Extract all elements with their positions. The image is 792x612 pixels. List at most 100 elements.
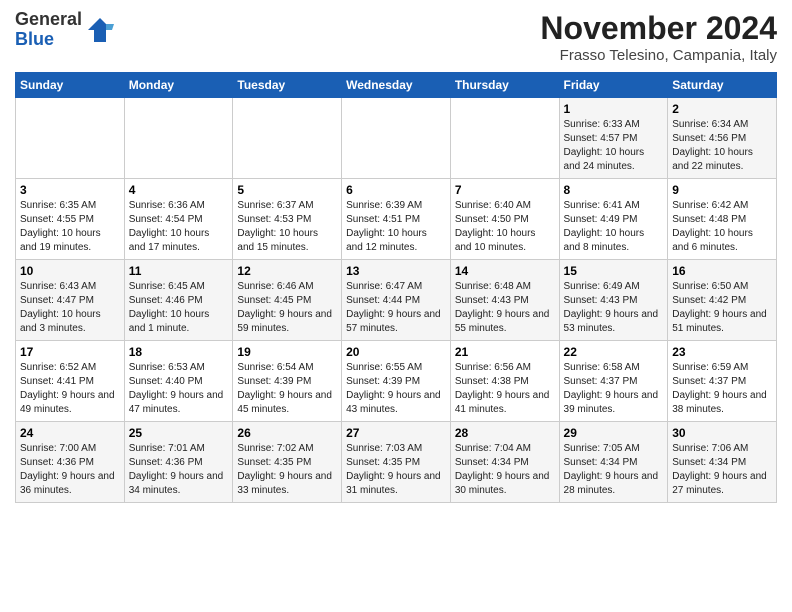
day-info: Sunrise: 6:49 AM Sunset: 4:43 PM Dayligh… (564, 280, 664, 336)
day-number: 1 (564, 102, 664, 116)
calendar-cell: 19 Sunrise: 6:54 AM Sunset: 4:39 PM Dayli… (233, 341, 342, 422)
day-info: Sunrise: 6:59 AM Sunset: 4:37 PM Dayligh… (672, 361, 772, 417)
calendar-cell: 3Sunrise: 6:35 AM Sunset: 4:55 PM Daylig… (16, 179, 125, 260)
calendar-cell: 1Sunrise: 6:33 AM Sunset: 4:57 PM Daylig… (559, 98, 668, 179)
calendar-cell (233, 98, 342, 179)
day-info: Sunrise: 6:55 AM Sunset: 4:39 PM Dayligh… (346, 361, 446, 417)
day-info: Sunrise: 6:48 AM Sunset: 4:43 PM Dayligh… (455, 280, 555, 336)
day-number: 30 (672, 426, 772, 440)
calendar-cell: 24Sunrise: 7:00 AM Sunset: 4:36 PM Dayli… (16, 422, 125, 503)
calendar-cell: 13Sunrise: 6:47 AM Sunset: 4:44 PM Dayli… (342, 260, 451, 341)
day-number: 12 (237, 264, 337, 278)
day-number: 13 (346, 264, 446, 278)
day-number: 22 (564, 345, 664, 359)
day-info: Sunrise: 6:46 AM Sunset: 4:45 PM Dayligh… (237, 280, 337, 336)
day-info: Sunrise: 6:56 AM Sunset: 4:38 PM Dayligh… (455, 361, 555, 417)
calendar-table: SundayMondayTuesdayWednesdayThursdayFrid… (15, 72, 777, 503)
day-number: 16 (672, 264, 772, 278)
calendar-cell: 25 Sunrise: 7:01 AM Sunset: 4:36 PM Dayli… (124, 422, 233, 503)
calendar-cell: 22 Sunrise: 6:58 AM Sunset: 4:37 PM Dayli… (559, 341, 668, 422)
calendar-cell: 12 Sunrise: 6:46 AM Sunset: 4:45 PM Dayli… (233, 260, 342, 341)
day-info: Sunrise: 6:36 AM Sunset: 4:54 PM Dayligh… (129, 199, 229, 255)
calendar-cell: 28Sunrise: 7:04 AM Sunset: 4:34 PM Dayli… (450, 422, 559, 503)
day-info: Sunrise: 6:58 AM Sunset: 4:37 PM Dayligh… (564, 361, 664, 417)
calendar-cell: 30 Sunrise: 7:06 AM Sunset: 4:34 PM Dayli… (668, 422, 777, 503)
calendar-cell (124, 98, 233, 179)
day-info: Sunrise: 6:41 AM Sunset: 4:49 PM Dayligh… (564, 199, 664, 255)
calendar-cell: 4 Sunrise: 6:36 AM Sunset: 4:54 PM Daylig… (124, 179, 233, 260)
day-number: 28 (455, 426, 555, 440)
calendar-cell: 11Sunrise: 6:45 AM Sunset: 4:46 PM Dayli… (124, 260, 233, 341)
day-number: 11 (129, 264, 229, 278)
calendar-cell: 20 Sunrise: 6:55 AM Sunset: 4:39 PM Dayli… (342, 341, 451, 422)
day-number: 15 (564, 264, 664, 278)
day-info: Sunrise: 6:50 AM Sunset: 4:42 PM Dayligh… (672, 280, 772, 336)
location-title: Frasso Telesino, Campania, Italy (540, 47, 777, 64)
day-number: 4 (129, 183, 229, 197)
day-number: 10 (20, 264, 120, 278)
calendar-cell: 26 Sunrise: 7:02 AM Sunset: 4:35 PM Dayli… (233, 422, 342, 503)
calendar-cell: 15 Sunrise: 6:49 AM Sunset: 4:43 PM Dayli… (559, 260, 668, 341)
calendar-cell: 8Sunrise: 6:41 AM Sunset: 4:49 PM Daylig… (559, 179, 668, 260)
calendar-week-1: 1Sunrise: 6:33 AM Sunset: 4:57 PM Daylig… (16, 98, 777, 179)
weekday-header-monday: Monday (124, 73, 233, 98)
calendar-week-3: 10Sunrise: 6:43 AM Sunset: 4:47 PM Dayli… (16, 260, 777, 341)
day-info: Sunrise: 6:35 AM Sunset: 4:55 PM Dayligh… (20, 199, 120, 255)
day-number: 9 (672, 183, 772, 197)
day-number: 19 (237, 345, 337, 359)
calendar-cell: 18 Sunrise: 6:53 AM Sunset: 4:40 PM Dayli… (124, 341, 233, 422)
day-info: Sunrise: 7:01 AM Sunset: 4:36 PM Dayligh… (129, 442, 229, 498)
logo-icon (84, 14, 116, 46)
calendar-cell: 23 Sunrise: 6:59 AM Sunset: 4:37 PM Dayli… (668, 341, 777, 422)
weekday-header-saturday: Saturday (668, 73, 777, 98)
weekday-header-sunday: Sunday (16, 73, 125, 98)
logo-general: General (15, 9, 82, 29)
day-number: 27 (346, 426, 446, 440)
calendar-body: 1Sunrise: 6:33 AM Sunset: 4:57 PM Daylig… (16, 98, 777, 503)
day-number: 18 (129, 345, 229, 359)
weekday-header-tuesday: Tuesday (233, 73, 342, 98)
calendar-cell: 16 Sunrise: 6:50 AM Sunset: 4:42 PM Dayli… (668, 260, 777, 341)
title-area: November 2024 Frasso Telesino, Campania,… (540, 10, 777, 64)
day-info: Sunrise: 7:03 AM Sunset: 4:35 PM Dayligh… (346, 442, 446, 498)
day-info: Sunrise: 7:02 AM Sunset: 4:35 PM Dayligh… (237, 442, 337, 498)
day-number: 26 (237, 426, 337, 440)
calendar-cell: 17 Sunrise: 6:52 AM Sunset: 4:41 PM Dayli… (16, 341, 125, 422)
day-info: Sunrise: 6:40 AM Sunset: 4:50 PM Dayligh… (455, 199, 555, 255)
calendar-cell: 14Sunrise: 6:48 AM Sunset: 4:43 PM Dayli… (450, 260, 559, 341)
day-info: Sunrise: 6:54 AM Sunset: 4:39 PM Dayligh… (237, 361, 337, 417)
calendar-cell (342, 98, 451, 179)
calendar-cell: 9 Sunrise: 6:42 AM Sunset: 4:48 PM Daylig… (668, 179, 777, 260)
day-number: 25 (129, 426, 229, 440)
day-number: 2 (672, 102, 772, 116)
header: General Blue November 2024 Frasso Telesi… (15, 10, 777, 64)
day-number: 20 (346, 345, 446, 359)
day-number: 24 (20, 426, 120, 440)
day-number: 5 (237, 183, 337, 197)
logo-blue: Blue (15, 29, 54, 49)
day-info: Sunrise: 6:52 AM Sunset: 4:41 PM Dayligh… (20, 361, 120, 417)
calendar-cell: 6 Sunrise: 6:39 AM Sunset: 4:51 PM Daylig… (342, 179, 451, 260)
calendar-cell: 29Sunrise: 7:05 AM Sunset: 4:34 PM Dayli… (559, 422, 668, 503)
day-info: Sunrise: 6:39 AM Sunset: 4:51 PM Dayligh… (346, 199, 446, 255)
month-title: November 2024 (540, 10, 777, 47)
day-info: Sunrise: 6:37 AM Sunset: 4:53 PM Dayligh… (237, 199, 337, 255)
calendar-cell: 2 Sunrise: 6:34 AM Sunset: 4:56 PM Daylig… (668, 98, 777, 179)
day-info: Sunrise: 6:53 AM Sunset: 4:40 PM Dayligh… (129, 361, 229, 417)
day-number: 23 (672, 345, 772, 359)
weekday-header-thursday: Thursday (450, 73, 559, 98)
calendar-week-2: 3Sunrise: 6:35 AM Sunset: 4:55 PM Daylig… (16, 179, 777, 260)
calendar-cell: 21 Sunrise: 6:56 AM Sunset: 4:38 PM Dayli… (450, 341, 559, 422)
day-number: 17 (20, 345, 120, 359)
calendar-cell (16, 98, 125, 179)
calendar-cell: 27 Sunrise: 7:03 AM Sunset: 4:35 PM Dayli… (342, 422, 451, 503)
day-info: Sunrise: 6:34 AM Sunset: 4:56 PM Dayligh… (672, 118, 772, 174)
day-info: Sunrise: 7:06 AM Sunset: 4:34 PM Dayligh… (672, 442, 772, 498)
logo: General Blue (15, 10, 116, 50)
calendar-cell: 7 Sunrise: 6:40 AM Sunset: 4:50 PM Daylig… (450, 179, 559, 260)
day-number: 7 (455, 183, 555, 197)
day-info: Sunrise: 6:42 AM Sunset: 4:48 PM Dayligh… (672, 199, 772, 255)
day-number: 21 (455, 345, 555, 359)
calendar-week-4: 17 Sunrise: 6:52 AM Sunset: 4:41 PM Dayli… (16, 341, 777, 422)
day-number: 6 (346, 183, 446, 197)
